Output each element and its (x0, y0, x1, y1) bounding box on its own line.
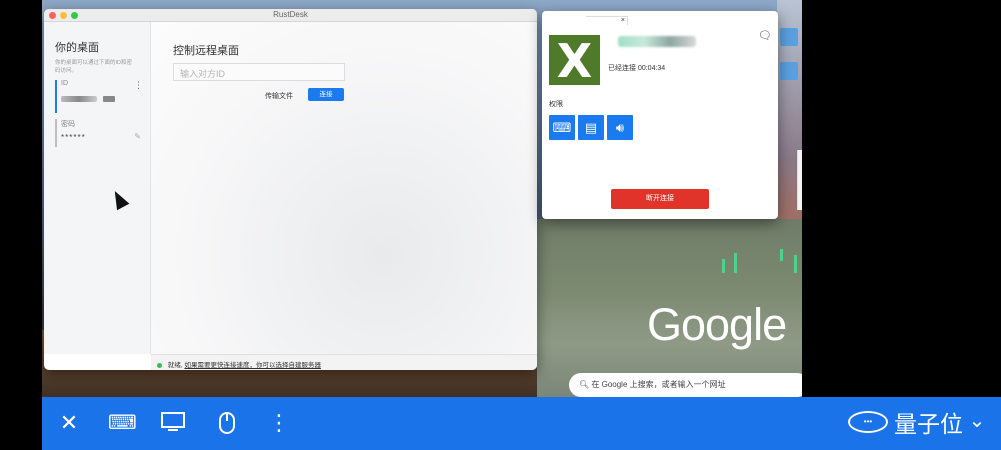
desktop-icon[interactable] (780, 62, 798, 80)
display-icon[interactable] (160, 411, 186, 438)
password-field[interactable]: 密码 ****** ✎ (55, 119, 143, 147)
window-title: RustDesk (273, 10, 308, 19)
connection-status: 已经连接 00:04:34 (608, 65, 666, 72)
search-icon: 🔍︎ (579, 380, 590, 389)
wechat-icon: ••• (848, 411, 888, 433)
status-ready-text: 就绪, (167, 362, 183, 369)
status-bar: 就绪, 如果需要更快连接速度，你可以选择自建服务器 (151, 354, 537, 370)
permissions-label: 权限 (549, 101, 563, 108)
watermark: ••• 量子位 (848, 405, 963, 439)
close-tab-button[interactable]: × (586, 16, 628, 25)
more-options-icon[interactable]: ⋮ (134, 80, 143, 91)
screen-frame: Google 🔍︎ 在 Google 上搜索，或者输入一个网址 ▯ ☆ Rust… (0, 0, 1001, 450)
id-label: ID (61, 80, 68, 87)
your-desktop-description: 你的桌面可以通过下面的ID和密码访问。 (55, 60, 133, 74)
status-dot-icon (157, 362, 162, 368)
edit-icon[interactable]: ✎ (134, 132, 141, 141)
chat-icon[interactable]: 🗨︎ (758, 29, 772, 42)
google-logo: Google (647, 299, 787, 350)
cm-title-bar[interactable]: × (542, 11, 778, 25)
decorative-bars (722, 249, 802, 279)
more-options-icon[interactable]: ⋮ (266, 411, 292, 435)
disconnect-button[interactable]: 断开连接 (611, 189, 709, 209)
clipboard-icon[interactable]: ▤ (578, 115, 604, 140)
keyboard-icon[interactable]: ⌨ (549, 115, 575, 140)
id-field[interactable]: ID ⋮ (55, 80, 143, 113)
your-desktop-pane: 你的桌面 你的桌面可以通过下面的ID和密码访问。 ID ⋮ 密码 ****** … (44, 22, 151, 354)
speaker-icon[interactable]: 🔊︎ (607, 115, 633, 140)
star-icon[interactable]: ☆ (798, 181, 802, 190)
remote-toolbar: ✕ ⌨ ⋮ ••• 量子位 ⌄ (42, 397, 1001, 450)
browser-new-tab: Google 🔍︎ 在 Google 上搜索，或者输入一个网址 (537, 219, 802, 397)
peer-avatar: X (549, 35, 600, 87)
control-remote-pane: 控制远程桌面 输入对方ID 传输文件 连接 (151, 22, 537, 354)
password-value: ****** (61, 133, 86, 142)
remote-id-input[interactable]: 输入对方ID (173, 63, 345, 81)
password-label: 密码 (61, 121, 75, 128)
keyboard-icon[interactable]: ⌨ (108, 411, 137, 435)
chevron-down-icon[interactable]: ⌄ (964, 409, 990, 433)
id-value (61, 96, 143, 102)
peer-name (618, 36, 696, 47)
mouse-cursor-icon (108, 187, 130, 211)
title-bar[interactable]: RustDesk (44, 9, 537, 22)
desktop-icon[interactable] (780, 28, 798, 46)
document-icon[interactable]: ▯ (798, 164, 802, 173)
permission-buttons: ⌨ ▤ 🔊︎ (549, 115, 633, 140)
control-remote-heading: 控制远程桌面 (173, 45, 239, 57)
your-desktop-heading: 你的桌面 (55, 42, 99, 54)
connect-button[interactable]: 连接 (308, 88, 344, 101)
transfer-file-button[interactable]: 传输文件 (265, 91, 293, 101)
self-host-server-link[interactable]: 如果需要更快连接速度，你可以选择自建服务器 (184, 362, 321, 369)
watermark-text: 量子位 (894, 411, 963, 437)
close-icon[interactable]: ✕ (56, 411, 82, 435)
google-search-box[interactable]: 🔍︎ 在 Google 上搜索，或者输入一个网址 (569, 373, 802, 397)
mouse-icon[interactable] (214, 411, 240, 440)
rustdesk-main-window: RustDesk 你的桌面 你的桌面可以通过下面的ID和密码访问。 ID ⋮ 密… (44, 9, 537, 370)
search-placeholder: 在 Google 上搜索，或者输入一个网址 (591, 380, 726, 389)
connection-manager-window: × 🗨︎ X 已经连接 00:04:34 权限 ⌨ ▤ 🔊︎ 断开连接 (542, 11, 778, 219)
browser-side-strip: ▯ ☆ (797, 150, 802, 210)
